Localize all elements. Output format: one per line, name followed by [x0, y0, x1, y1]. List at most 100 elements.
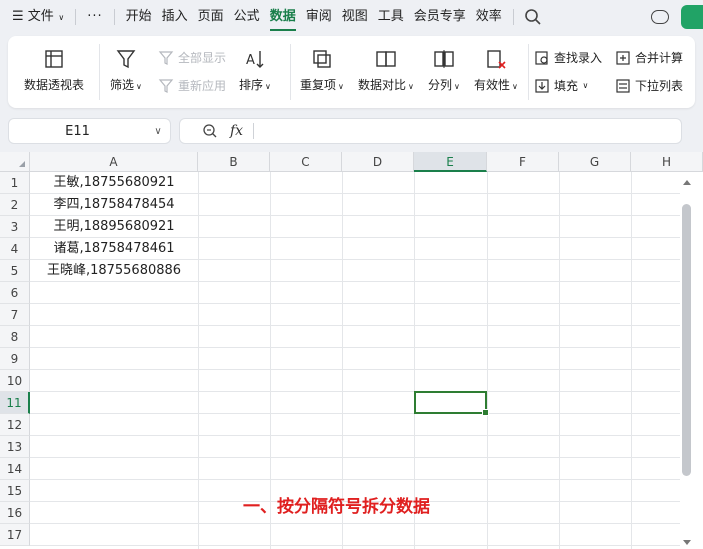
fx-icon[interactable]: fx [230, 123, 243, 139]
chevron-down-icon: ∨ [136, 82, 142, 91]
filter-button[interactable]: 筛选 ∨ [110, 48, 142, 93]
name-box[interactable]: E11 ∨ [8, 118, 171, 144]
scrollbar-thumb[interactable] [682, 204, 691, 476]
tab-member[interactable]: 会员专享 [409, 0, 471, 34]
column-header-e[interactable]: E [414, 152, 487, 172]
row-header-11[interactable]: 11 [0, 392, 30, 414]
row-header-14[interactable]: 14 [0, 458, 30, 480]
column-header-b[interactable]: B [198, 152, 270, 172]
show-all-button[interactable]: 全部显示 [158, 49, 226, 66]
validity-button[interactable]: 有效性 ∨ [474, 48, 518, 93]
menu-bar: ☰ 文件 ∨ ··· 开始 插入 页面 公式 数据 审阅 视图 工具 会员专享 … [0, 0, 703, 34]
data-compare-icon [376, 51, 396, 67]
divider [253, 123, 255, 139]
gridline [198, 172, 199, 549]
tab-efficiency[interactable]: 效率 [471, 0, 507, 34]
tab-data[interactable]: 数据 [265, 0, 301, 34]
column-header-d[interactable]: D [342, 152, 414, 172]
split-column-button[interactable]: 分列 ∨ [428, 48, 460, 93]
column-header-h[interactable]: H [631, 152, 703, 172]
row-header-8[interactable]: 8 [0, 326, 30, 348]
gridline [631, 172, 632, 549]
pivot-table-button[interactable]: 数据透视表 [24, 48, 84, 93]
cell-a1[interactable]: 王敏,18755680921 [30, 172, 198, 194]
row-header-12[interactable]: 12 [0, 414, 30, 436]
spreadsheet-grid[interactable]: A B C D E F G H 1 2 3 4 5 6 7 8 9 10 11 … [0, 152, 703, 549]
find-entry-button[interactable]: 查找录入 [534, 49, 602, 66]
row-header-16[interactable]: 16 [0, 502, 30, 524]
sort-button[interactable]: A 排序 ∨ [239, 48, 271, 93]
more-menu[interactable]: ··· [82, 0, 107, 34]
gridline [30, 347, 680, 348]
select-all-corner[interactable] [0, 152, 30, 172]
data-compare-button[interactable]: 数据对比 ∨ [358, 48, 414, 93]
cell-a4[interactable]: 诸葛,18758478461 [30, 238, 198, 260]
chevron-down-icon: ∨ [512, 82, 518, 91]
tab-tools[interactable]: 工具 [373, 0, 409, 34]
gridline [30, 325, 680, 326]
cell-a5[interactable]: 王晓峰,18755680886 [30, 260, 198, 282]
row-header-6[interactable]: 6 [0, 282, 30, 304]
file-menu[interactable]: ☰ 文件 ∨ [0, 0, 69, 34]
row-header-9[interactable]: 9 [0, 348, 30, 370]
gridline [30, 479, 680, 480]
gridline [30, 391, 680, 392]
row-header-1[interactable]: 1 [0, 172, 30, 194]
reapply-icon [158, 78, 174, 93]
cell-a3[interactable]: 王明,18895680921 [30, 216, 198, 238]
tab-insert[interactable]: 插入 [157, 0, 193, 34]
hamburger-icon: ☰ [12, 9, 28, 24]
divider [528, 44, 529, 100]
column-header-g[interactable]: G [559, 152, 631, 172]
row-header-15[interactable]: 15 [0, 480, 30, 502]
column-header-a[interactable]: A [30, 152, 198, 172]
column-header-f[interactable]: F [487, 152, 559, 172]
tab-review[interactable]: 审阅 [301, 0, 337, 34]
scroll-down-icon[interactable] [683, 540, 691, 545]
row-header-10[interactable]: 10 [0, 370, 30, 392]
fill-icon [535, 78, 549, 93]
tab-view[interactable]: 视图 [337, 0, 373, 34]
formula-bar[interactable]: fx [179, 118, 682, 144]
filter-icon [116, 50, 136, 69]
show-all-icon [158, 50, 174, 65]
tab-home[interactable]: 开始 [121, 0, 157, 34]
gridline [30, 303, 680, 304]
search-icon[interactable] [524, 8, 542, 26]
dropdown-list-button[interactable]: 下拉列表 [615, 77, 683, 94]
row-header-13[interactable]: 13 [0, 436, 30, 458]
validity-icon [487, 50, 506, 69]
scroll-up-icon[interactable] [683, 180, 691, 185]
gridline [30, 435, 680, 436]
duplicates-icon [313, 50, 331, 68]
tab-formula[interactable]: 公式 [229, 0, 265, 34]
selected-cell-e11[interactable] [414, 391, 489, 416]
zoom-icon[interactable] [202, 123, 218, 139]
row-header-2[interactable]: 2 [0, 194, 30, 216]
cell-a2[interactable]: 李四,18758478454 [30, 194, 198, 216]
divider [290, 44, 291, 100]
chevron-down-icon: ∨ [580, 81, 589, 90]
app-switch-icon[interactable] [681, 5, 703, 29]
row-header-17[interactable]: 17 [0, 524, 30, 546]
row-header-7[interactable]: 7 [0, 304, 30, 326]
column-header-c[interactable]: C [270, 152, 342, 172]
annotation-caption: 一、按分隔符号拆分数据 [243, 497, 430, 517]
row-header-3[interactable]: 3 [0, 216, 30, 238]
chevron-down-icon[interactable]: ∨ [146, 126, 170, 137]
gridline [487, 172, 488, 549]
cloud-icon[interactable] [651, 10, 669, 24]
chevron-down-icon: ∨ [408, 82, 414, 91]
fill-button[interactable]: 填充 ∨ [534, 77, 588, 94]
window-controls [651, 0, 703, 34]
reapply-button[interactable]: 重新应用 [158, 77, 226, 94]
merge-calc-button[interactable]: 合并计算 [615, 49, 683, 66]
tab-page[interactable]: 页面 [193, 0, 229, 34]
duplicates-button[interactable]: 重复项 ∨ [300, 48, 344, 93]
row-header-5[interactable]: 5 [0, 260, 30, 282]
vertical-scrollbar[interactable] [680, 172, 694, 549]
row-header-4[interactable]: 4 [0, 238, 30, 260]
gridline [559, 172, 560, 549]
divider [99, 44, 100, 100]
dropdown-list-icon [616, 78, 630, 93]
